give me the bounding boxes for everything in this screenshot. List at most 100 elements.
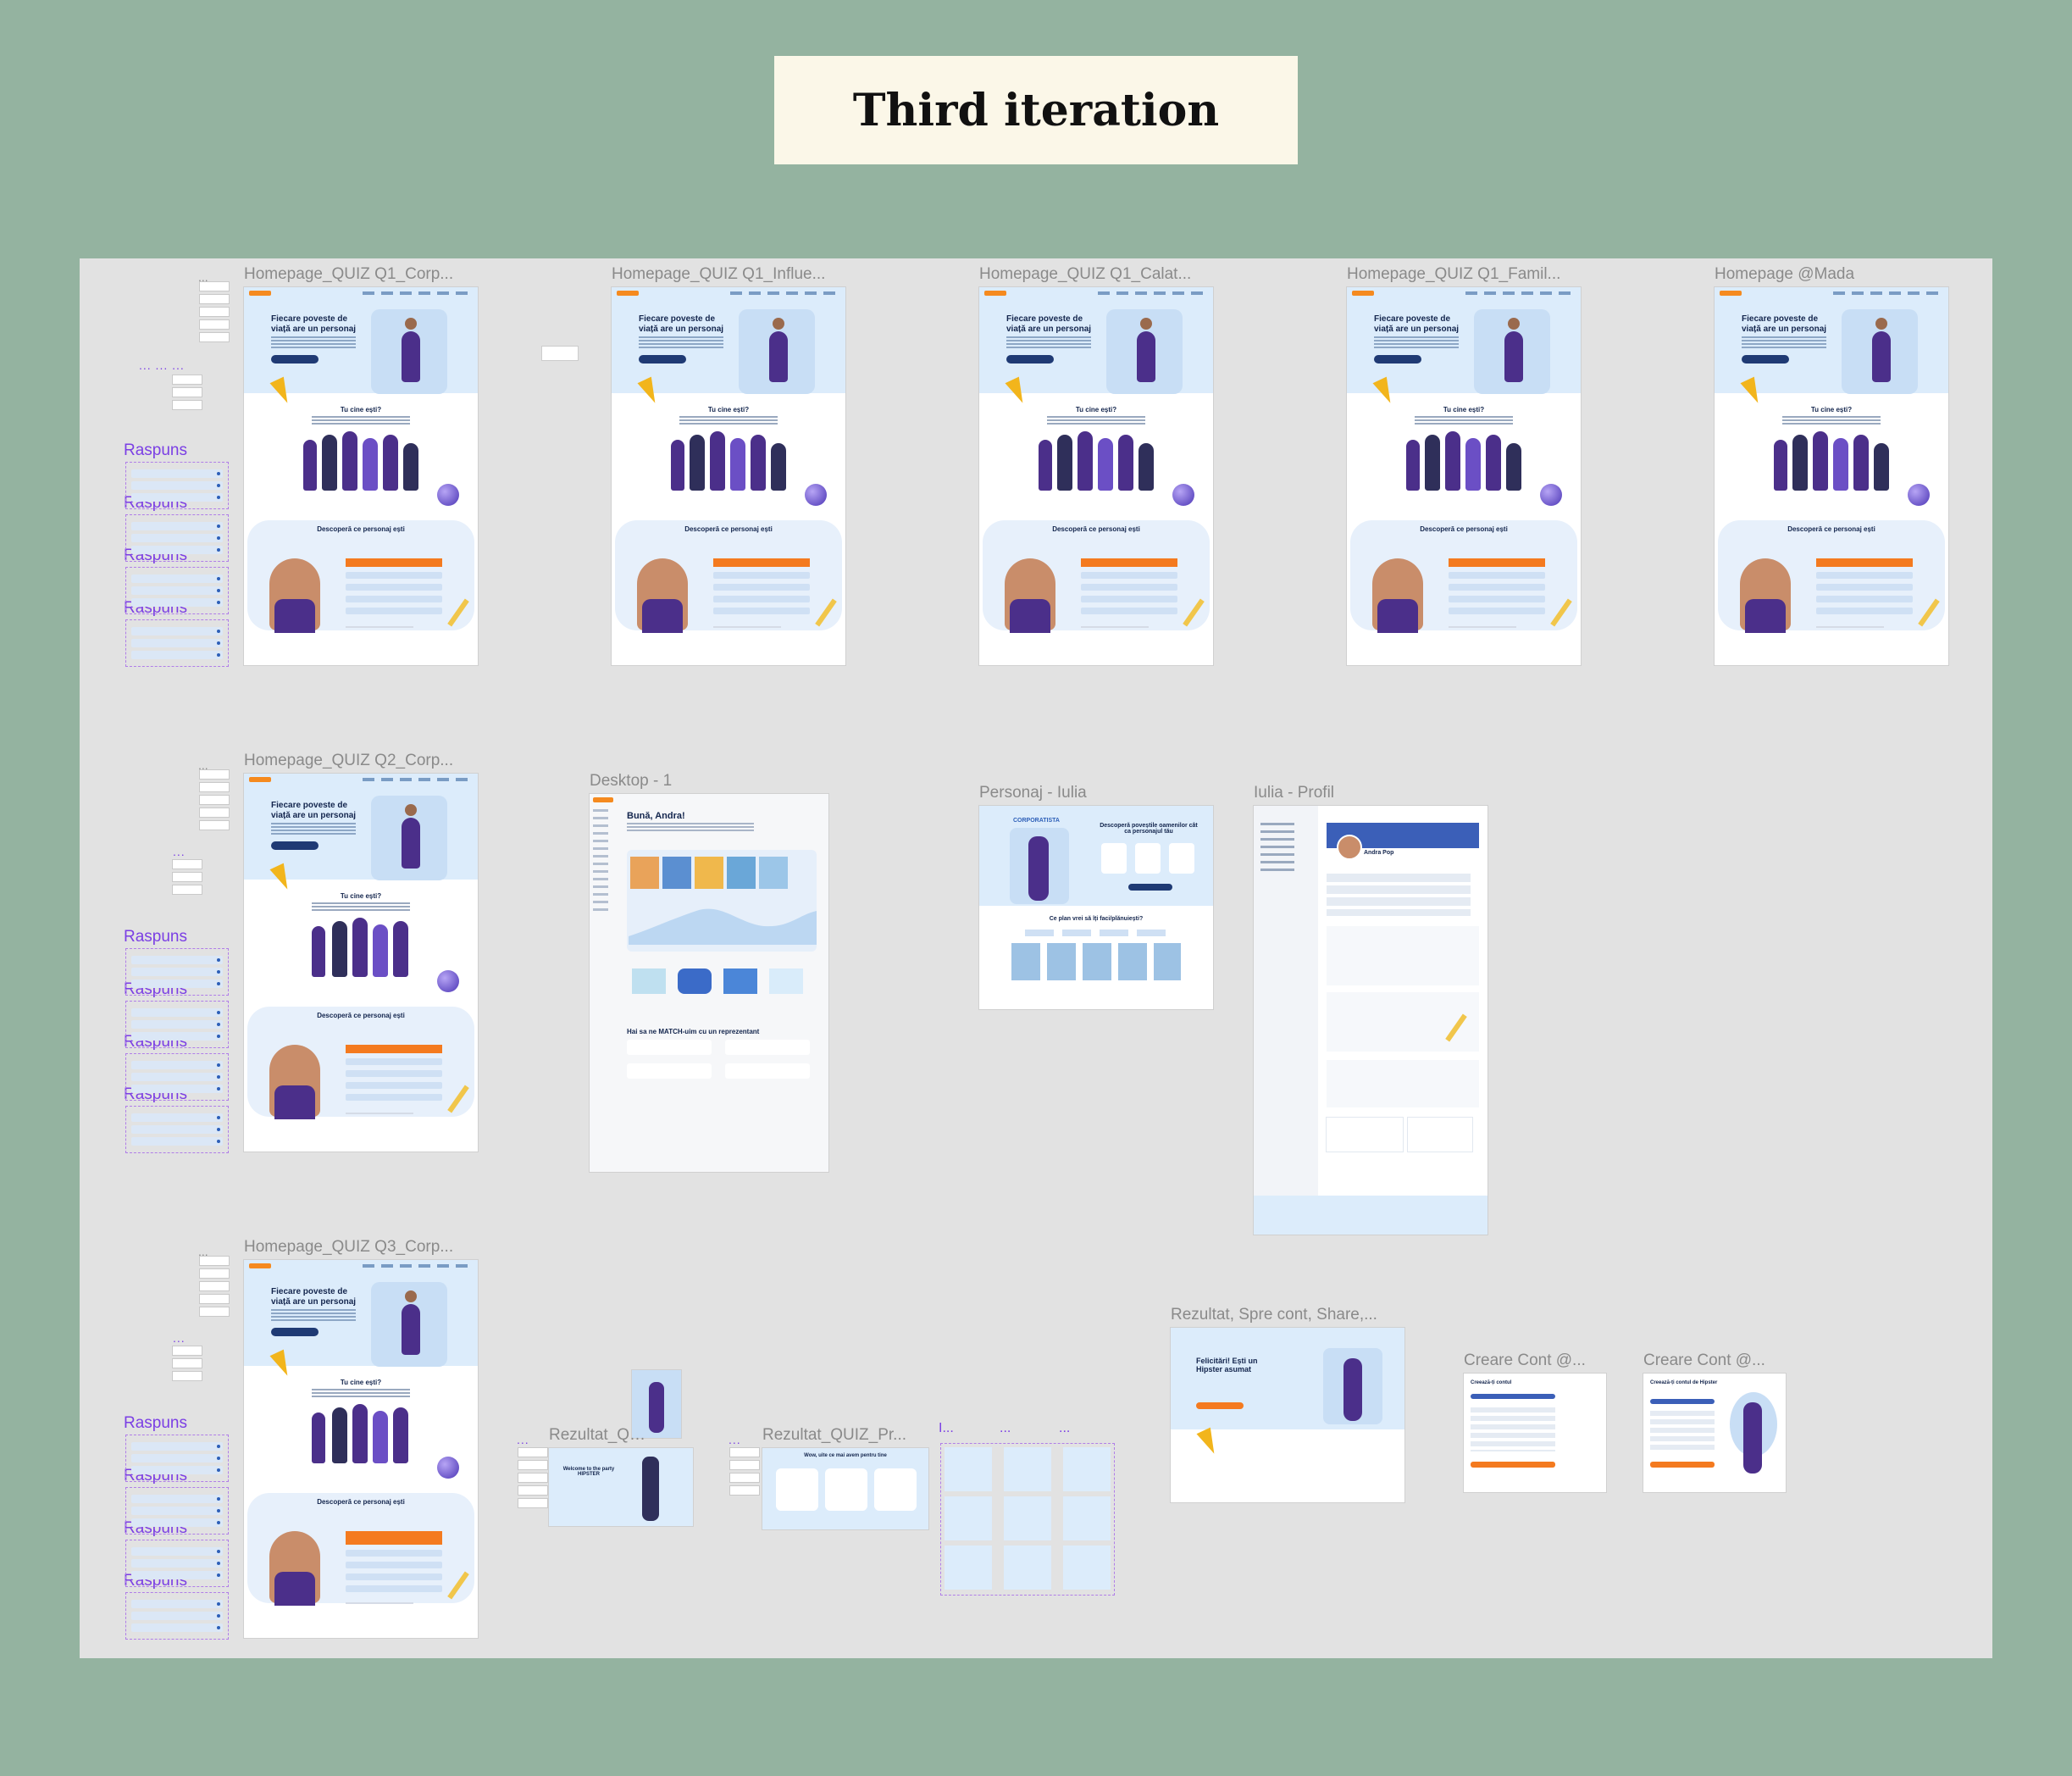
frame-label[interactable]: Creare Cont @... — [1464, 1351, 1599, 1370]
mini-component-stack[interactable] — [173, 375, 202, 413]
section-discover-title: Descoperă ce personaj ești — [317, 1012, 405, 1019]
frame-label[interactable]: Homepage_QUIZ Q1_Calat... — [979, 265, 1208, 284]
frame-personaj-iulia[interactable]: CORPORATISTA Descoperă poveștile oamenil… — [979, 806, 1213, 1009]
variant-panel[interactable] — [125, 948, 229, 996]
frame-label[interactable]: Homepage_QUIZ Q1_Influe... — [612, 265, 840, 284]
variant-panel[interactable] — [125, 567, 229, 614]
component-set-label[interactable]: ... — [1059, 1421, 1070, 1436]
frame-rezultat-quiz-pr[interactable]: Wow, uite ce mai avem pentru tine — [762, 1448, 928, 1529]
variant-panel[interactable] — [125, 1106, 229, 1153]
frame-desktop-1[interactable]: Bună, Andra! Hai sa ne MATCH-uim cu un r… — [590, 794, 828, 1172]
frame-homepage-quiz-q2-corp[interactable]: Fiecare poveste de viață are un personaj… — [244, 774, 478, 1152]
signup-button[interactable] — [1650, 1462, 1715, 1468]
component-set-label[interactable]: ... — [1000, 1421, 1011, 1436]
variant-panel[interactable] — [125, 1053, 229, 1101]
mini-component-stack[interactable] — [200, 770, 229, 834]
variant-panel[interactable] — [125, 619, 229, 667]
section-discover-title: Descoperă ce personaj ești — [317, 1498, 405, 1506]
mini-component-stack[interactable] — [200, 282, 229, 346]
variant-label-raspuns[interactable]: Raspuns — [124, 441, 187, 460]
planet-icon — [1172, 484, 1194, 506]
frame-homepage-mada[interactable]: Fiecare poveste de viață are un personaj… — [1715, 287, 1948, 665]
character-body — [402, 331, 420, 382]
frame-label[interactable]: Rezultat_QUI... — [549, 1426, 651, 1445]
section-who-text — [312, 416, 410, 425]
hero-cta-button[interactable] — [271, 841, 319, 850]
frame-label[interactable]: Personaj - Iulia — [979, 784, 1149, 802]
hero-cta-button[interactable] — [1742, 355, 1789, 364]
hero-title: Fiecare poveste de viață are un personaj — [271, 314, 357, 334]
mini-component-stack[interactable] — [518, 1448, 547, 1512]
hero-cta-button[interactable] — [271, 1328, 319, 1336]
section-who-title: Tu cine ești? — [340, 1379, 382, 1386]
variant-panel[interactable] — [125, 514, 229, 562]
component-set-label[interactable]: I... — [939, 1421, 954, 1436]
component-dots[interactable]: ... — [729, 1433, 741, 1446]
result-cta-button[interactable] — [1196, 1402, 1244, 1409]
signup-title: Creează-ți contul de Hipster — [1650, 1380, 1718, 1385]
frame-label[interactable]: Rezultat, Spre cont, Share,... — [1171, 1306, 1404, 1324]
variant-label-raspuns[interactable]: Raspuns — [124, 928, 187, 946]
logo — [249, 291, 271, 296]
quiz-option[interactable] — [346, 596, 442, 602]
quiz-progress-bar — [346, 626, 413, 628]
variant-panel[interactable] — [125, 1487, 229, 1535]
component-dots[interactable]: ... ... ... — [139, 358, 185, 372]
variant-panel[interactable] — [125, 1592, 229, 1640]
signup-button[interactable] — [1471, 1462, 1555, 1468]
frame-label[interactable]: Homepage_QUIZ Q2_Corp... — [244, 752, 473, 770]
hero-title: Fiecare poveste de viață are un personaj — [271, 801, 357, 820]
frame-label[interactable]: Homepage_QUIZ Q1_Famil... — [1347, 265, 1576, 284]
component-dots[interactable]: ... — [517, 1433, 529, 1446]
frame-label[interactable]: Rezultat_QUIZ_Pr... — [762, 1426, 915, 1445]
frame-homepage-quiz-q1-corp[interactable]: Fiecare poveste de viață are un personaj… — [244, 287, 478, 665]
frame-label[interactable]: Desktop - 1 — [590, 772, 759, 791]
frame-homepage-quiz-q1-calat[interactable]: Fiecare poveste de viață are un personaj… — [979, 287, 1213, 665]
hero-title: Fiecare poveste de viață are un personaj — [1374, 314, 1460, 334]
quiz-option[interactable] — [346, 608, 442, 614]
floating-tooltip-component[interactable] — [542, 347, 578, 360]
frame-iulia-profil[interactable]: Andra Pop — [1254, 806, 1488, 1235]
mini-component-stack[interactable] — [173, 1346, 202, 1385]
planet-icon — [1908, 484, 1930, 506]
frame-homepage-quiz-q1-influe[interactable]: Fiecare poveste de viață are un personaj… — [612, 287, 845, 665]
variant-panel[interactable] — [125, 462, 229, 509]
component-set-grid[interactable] — [940, 1443, 1115, 1596]
frame-label[interactable]: Homepage_QUIZ Q3_Corp... — [244, 1238, 473, 1257]
section-discover-title: Descoperă ce personaj ești — [684, 525, 773, 533]
component-dots[interactable]: ... — [173, 845, 186, 858]
hero-title: Fiecare poveste de viață are un personaj — [1006, 314, 1092, 334]
hero-cta-button[interactable] — [1006, 355, 1054, 364]
mini-component-stack[interactable] — [730, 1448, 759, 1499]
variant-panel[interactable] — [125, 1001, 229, 1048]
match-title: Hai sa ne MATCH-uim cu un reprezentant — [627, 1028, 760, 1035]
hero-cta-button[interactable] — [639, 355, 686, 364]
frame-label[interactable]: Homepage_QUIZ Q1_Corp... — [244, 265, 473, 284]
frame-creare-cont-1[interactable]: Creează-ți contul — [1464, 1374, 1606, 1492]
mini-component-stack[interactable] — [173, 860, 202, 898]
variant-panel[interactable] — [125, 1540, 229, 1587]
hero-cta-button[interactable] — [271, 355, 319, 364]
frame-creare-cont-2[interactable]: Creează-ți contul de Hipster — [1643, 1374, 1786, 1492]
frame-label[interactable]: Iulia - Profil — [1254, 784, 1423, 802]
variant-label-raspuns[interactable]: Raspuns — [124, 1414, 187, 1433]
figma-canvas[interactable]: ... ... ... ... Raspuns Raspuns Raspuns … — [80, 258, 1992, 1658]
signup-title: Creează-ți contul — [1471, 1380, 1512, 1385]
frame-homepage-quiz-q1-famil[interactable]: Fiecare poveste de viață are un personaj… — [1347, 287, 1581, 665]
planet-icon — [437, 970, 459, 992]
hero-cta-button[interactable] — [1374, 355, 1421, 364]
mini-component-stack[interactable] — [200, 1257, 229, 1320]
component-dots[interactable]: ... — [173, 1331, 186, 1345]
section-discover-title: Descoperă ce personaj ești — [317, 525, 405, 533]
quiz-option[interactable] — [346, 572, 442, 579]
quiz-option[interactable] — [346, 584, 442, 591]
variant-panel[interactable] — [125, 1435, 229, 1482]
frame-label[interactable]: Homepage @Mada — [1715, 265, 1943, 284]
section-who-title: Tu cine ești? — [707, 406, 750, 413]
frame-rezultat-qui[interactable]: Welcome to the party HIPSTER — [549, 1448, 693, 1526]
lightning-icon — [1196, 1427, 1222, 1457]
frame-label[interactable]: Creare Cont @... — [1643, 1351, 1779, 1370]
frame-rezultat-spre-cont[interactable]: Felicitări! Ești un Hipster asumat — [1171, 1328, 1404, 1502]
section-who-title: Tu cine ești? — [1075, 406, 1117, 413]
frame-homepage-quiz-q3-corp[interactable]: Fiecare poveste de viață are un personaj… — [244, 1260, 478, 1638]
